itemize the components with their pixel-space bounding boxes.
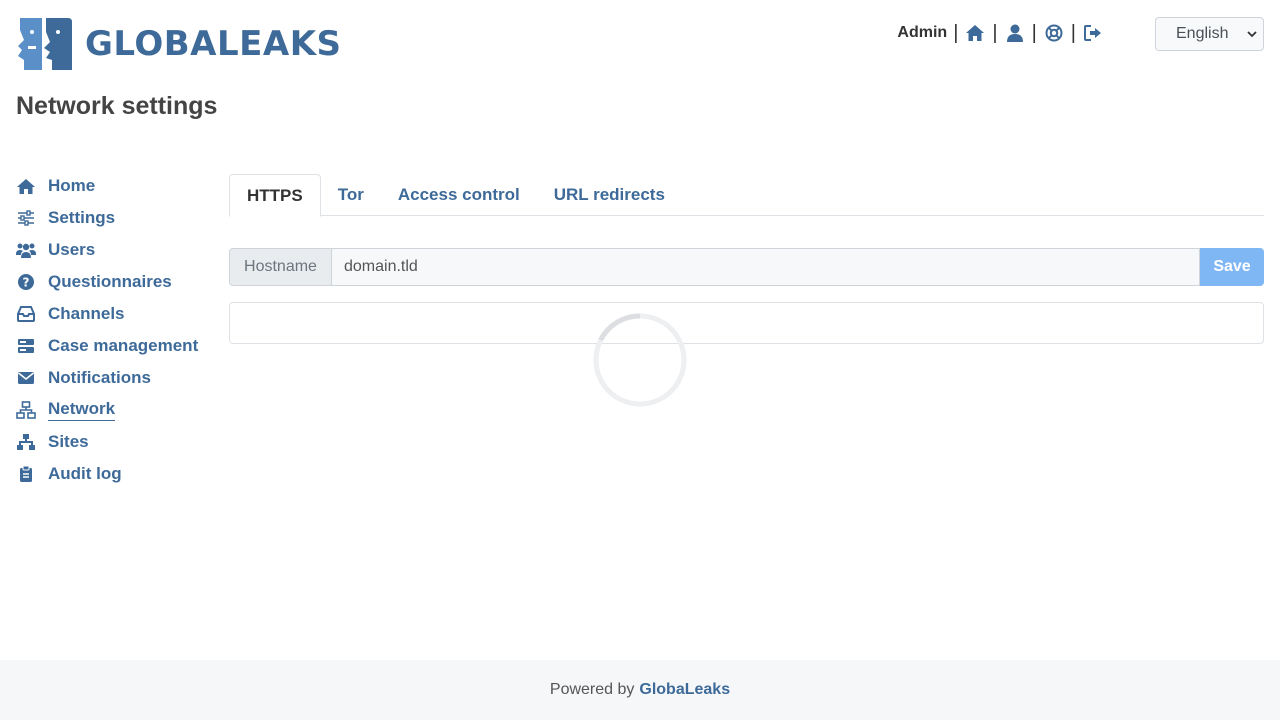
sidebar-item-audit-log[interactable]: Audit log — [16, 458, 216, 490]
sidebar-item-settings[interactable]: Settings — [16, 202, 216, 234]
sidebar-item-label: Notifications — [48, 368, 151, 387]
lifebuoy-icon[interactable] — [1043, 22, 1065, 44]
sidebar-item-label: Audit log — [48, 464, 122, 483]
home-icon — [16, 176, 36, 196]
sliders-icon — [16, 208, 36, 228]
sidebar-item-case-management[interactable]: Case management — [16, 330, 216, 362]
inbox-icon — [16, 304, 36, 324]
hostname-label: Hostname — [229, 248, 332, 286]
sidebar-item-sites[interactable]: Sites — [16, 426, 216, 458]
user-icon[interactable] — [1004, 22, 1026, 44]
sidebar-item-label: Sites — [48, 432, 89, 451]
language-select[interactable]: English — [1155, 17, 1264, 51]
network-icon — [16, 400, 36, 420]
sidebar-item-label: Settings — [48, 208, 116, 227]
separator: | — [1070, 22, 1076, 44]
username: Admin — [897, 24, 948, 41]
chevron-down-icon — [1247, 31, 1257, 38]
sidebar-item-channels[interactable]: Channels — [16, 298, 216, 330]
sidebar-item-label: Network — [48, 399, 116, 421]
sidebar-item-label: Home — [48, 176, 96, 195]
sidebar-item-notifications[interactable]: Notifications — [16, 362, 216, 394]
server-icon — [16, 336, 36, 356]
hostname-form: Hostname domain.tld Save — [229, 248, 1264, 286]
users-icon — [16, 240, 36, 260]
sidebar-item-users[interactable]: Users — [16, 234, 216, 266]
tab-https[interactable]: HTTPS — [229, 174, 321, 217]
https-config-panel — [229, 302, 1264, 344]
tab-tor[interactable]: Tor — [321, 174, 381, 216]
language-value: English — [1176, 25, 1229, 42]
sidebar-item-questionnaires[interactable]: ? Questionnaires — [16, 266, 216, 298]
sidebar-item-label: Case management — [48, 336, 199, 355]
save-button[interactable]: Save — [1200, 248, 1264, 286]
sidebar-item-label: Channels — [48, 304, 125, 323]
sidebar-item-network[interactable]: Network — [16, 394, 216, 426]
footer: Powered by GlobaLeaks — [0, 660, 1280, 720]
globaleaks-logo[interactable]: GLOBALEAKS — [16, 16, 342, 72]
user-toolbar: Admin | | | | — [897, 22, 1104, 44]
separator: | — [992, 22, 998, 44]
footer-text: Powered by — [549, 681, 635, 698]
header: GLOBALEAKS Admin | | | | English — [0, 0, 1280, 90]
sidebar-item-label: Users — [48, 240, 96, 259]
tab-access-control[interactable]: Access control — [381, 174, 537, 216]
separator: | — [1031, 22, 1037, 44]
svg-text:?: ? — [23, 276, 30, 290]
logo-text: GLOBALEAKS — [85, 24, 342, 64]
separator: | — [953, 22, 959, 44]
hostname-input[interactable]: domain.tld — [332, 248, 1200, 286]
clipboard-icon — [16, 464, 36, 484]
sidebar-nav: Home Settings Users ? Questionnaires Cha… — [16, 170, 216, 490]
question-circle-icon: ? — [16, 272, 36, 292]
footer-brand-link[interactable]: GlobaLeaks — [639, 681, 730, 699]
sidebar-item-label: Questionnaires — [48, 272, 172, 291]
tab-url-redirects[interactable]: URL redirects — [537, 174, 682, 216]
loading-spinner-icon — [593, 313, 687, 407]
page-title: Network settings — [16, 92, 218, 120]
sidebar-item-home[interactable]: Home — [16, 170, 216, 202]
logo-faces-icon — [18, 18, 72, 70]
envelope-icon — [16, 368, 36, 388]
logout-icon[interactable] — [1082, 22, 1104, 44]
sitemap-icon — [16, 432, 36, 452]
home-icon[interactable] — [964, 22, 986, 44]
network-tabs: HTTPS Tor Access control URL redirects — [229, 174, 1264, 217]
